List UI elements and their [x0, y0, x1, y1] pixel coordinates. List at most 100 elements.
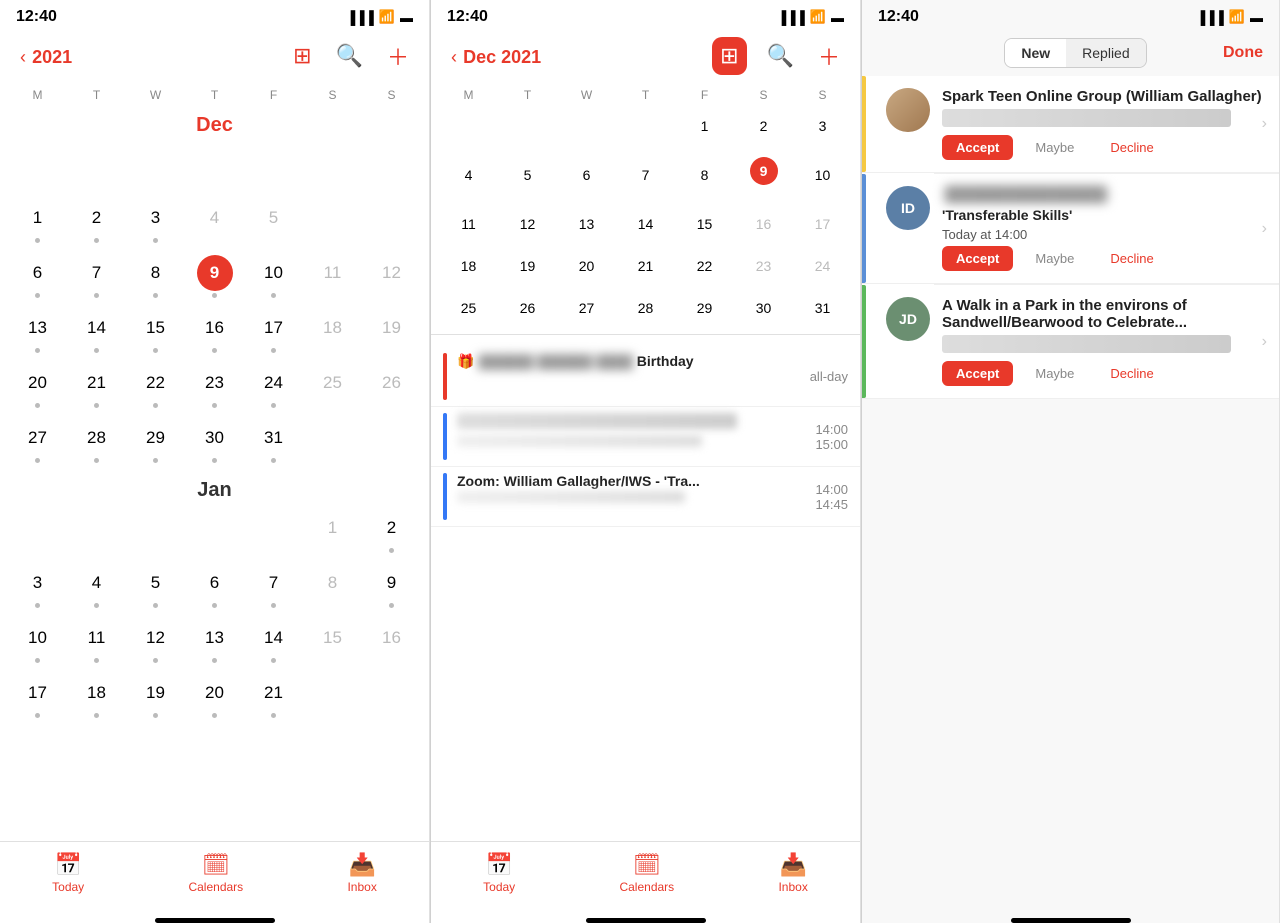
cal-day[interactable]: 2 — [734, 106, 793, 155]
cal-day-today[interactable]: 9 — [734, 155, 793, 204]
cal-day[interactable]: 6 — [557, 155, 616, 204]
cal-day[interactable]: 11 — [439, 204, 498, 246]
cal-day[interactable]: 10 — [244, 251, 303, 306]
back-button-1[interactable]: ‹ 2021 — [16, 39, 76, 73]
cal-day[interactable]: 25 — [439, 288, 498, 330]
cal-day[interactable]: 31 — [793, 288, 852, 330]
cal-day[interactable]: 17 — [8, 671, 67, 726]
cal-day[interactable]: 8 — [675, 155, 734, 204]
cal-day[interactable] — [303, 196, 362, 251]
cal-day[interactable]: 13 — [8, 306, 67, 361]
cal-day[interactable]: 11 — [303, 251, 362, 306]
cal-day[interactable]: 14 — [616, 204, 675, 246]
event-birthday[interactable]: 🎁 ██████ ██████ ████ Birthday all-day — [431, 347, 860, 407]
cal-day[interactable]: 1 — [303, 506, 362, 561]
cal-day[interactable]: 6 — [185, 561, 244, 616]
cal-day[interactable]: 15 — [126, 306, 185, 361]
accept-button-1[interactable]: Accept — [942, 135, 1013, 160]
cal-day[interactable]: 21 — [67, 361, 126, 416]
cal-day[interactable]: 27 — [557, 288, 616, 330]
tab-today-1[interactable]: 📅 Today — [52, 852, 84, 894]
cal-day[interactable]: 20 — [557, 246, 616, 288]
cal-day[interactable]: 26 — [498, 288, 557, 330]
cal-day[interactable]: 3 — [8, 561, 67, 616]
cal-day[interactable] — [303, 141, 362, 196]
cal-day[interactable]: 27 — [8, 416, 67, 471]
tab-calendars-1[interactable]: 🗓 Calendars — [188, 852, 243, 894]
segment-new[interactable]: New — [1005, 39, 1066, 67]
cal-day[interactable]: 18 — [67, 671, 126, 726]
cal-day[interactable]: 17 — [793, 204, 852, 246]
calendar-view-button-2[interactable]: ⊞ — [712, 37, 746, 75]
cal-day[interactable]: 7 — [67, 251, 126, 306]
cal-day[interactable]: 16 — [185, 306, 244, 361]
cal-day[interactable]: 17 — [244, 306, 303, 361]
cal-day[interactable]: 20 — [185, 671, 244, 726]
cal-day[interactable]: 16 — [362, 616, 421, 671]
cal-day[interactable]: 26 — [362, 361, 421, 416]
tab-inbox-1[interactable]: 📥 Inbox — [347, 852, 376, 894]
cal-day[interactable]: 11 — [67, 616, 126, 671]
maybe-button-3[interactable]: Maybe — [1021, 361, 1088, 386]
cal-day[interactable] — [362, 141, 421, 196]
done-button[interactable]: Done — [1223, 44, 1263, 62]
add-button-1[interactable]: ＋ — [383, 36, 413, 76]
cal-day[interactable]: 3 — [126, 196, 185, 251]
cal-day[interactable]: 12 — [498, 204, 557, 246]
cal-day[interactable] — [362, 196, 421, 251]
cal-day[interactable]: 30 — [734, 288, 793, 330]
cal-day[interactable]: 16 — [734, 204, 793, 246]
cal-day[interactable]: 30 — [185, 416, 244, 471]
cal-day[interactable]: 28 — [67, 416, 126, 471]
cal-day[interactable]: 21 — [244, 671, 303, 726]
cal-day[interactable] — [126, 141, 185, 196]
search-button-2[interactable]: 🔍 — [763, 39, 798, 73]
cal-day[interactable]: 29 — [126, 416, 185, 471]
cal-day[interactable] — [244, 141, 303, 196]
cal-day[interactable]: 25 — [303, 361, 362, 416]
cal-day[interactable]: 24 — [244, 361, 303, 416]
cal-day[interactable]: 4 — [439, 155, 498, 204]
accept-button-3[interactable]: Accept — [942, 361, 1013, 386]
cal-day[interactable]: 15 — [675, 204, 734, 246]
add-button-2[interactable]: ＋ — [814, 36, 844, 76]
cal-day[interactable]: 5 — [498, 155, 557, 204]
decline-button-2[interactable]: Decline — [1096, 246, 1167, 271]
cal-day[interactable]: 14 — [244, 616, 303, 671]
cal-day[interactable]: 23 — [185, 361, 244, 416]
cal-day[interactable]: 24 — [793, 246, 852, 288]
cal-day[interactable]: 8 — [126, 251, 185, 306]
cal-day[interactable]: 9 — [362, 561, 421, 616]
cal-day[interactable] — [8, 141, 67, 196]
cal-day[interactable]: 7 — [244, 561, 303, 616]
cal-day-today[interactable]: 9 — [185, 251, 244, 306]
maybe-button-2[interactable]: Maybe — [1021, 246, 1088, 271]
cal-day[interactable]: 5 — [126, 561, 185, 616]
cal-day[interactable]: 28 — [616, 288, 675, 330]
cal-day[interactable]: 2 — [67, 196, 126, 251]
cal-day[interactable]: 12 — [126, 616, 185, 671]
cal-day[interactable]: 6 — [8, 251, 67, 306]
cal-day[interactable]: 13 — [557, 204, 616, 246]
back-button-2[interactable]: ‹ Dec 2021 — [447, 39, 545, 73]
cal-day[interactable]: 2 — [362, 506, 421, 561]
cal-day[interactable] — [67, 141, 126, 196]
cal-day[interactable]: 22 — [675, 246, 734, 288]
inbox-item-2[interactable]: ID ███████████████ 'Transferable Skills'… — [862, 174, 1279, 284]
cal-day[interactable]: 1 — [675, 106, 734, 155]
cal-day[interactable]: 7 — [616, 155, 675, 204]
cal-day[interactable]: 19 — [362, 306, 421, 361]
event-sarah[interactable]: 14:00 15:00 — [431, 407, 860, 467]
cal-day[interactable]: 19 — [498, 246, 557, 288]
cal-day[interactable]: 12 — [362, 251, 421, 306]
inbox-item-1[interactable]: Spark Teen Online Group (William Gallagh… — [862, 76, 1279, 173]
cal-day[interactable]: 4 — [67, 561, 126, 616]
cal-day[interactable]: 21 — [616, 246, 675, 288]
cal-day[interactable]: 20 — [8, 361, 67, 416]
cal-day[interactable]: 10 — [8, 616, 67, 671]
cal-day[interactable]: 22 — [126, 361, 185, 416]
search-button-1[interactable]: 🔍 — [332, 39, 367, 73]
tab-today-2[interactable]: 📅 Today — [483, 852, 515, 894]
cal-day[interactable]: 13 — [185, 616, 244, 671]
maybe-button-1[interactable]: Maybe — [1021, 135, 1088, 160]
